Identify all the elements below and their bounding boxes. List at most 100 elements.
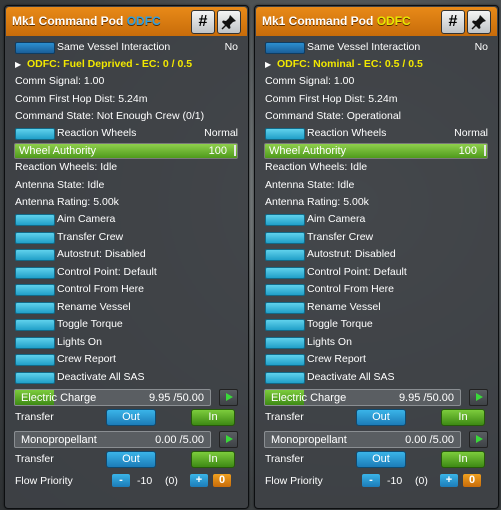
same-vessel-toggle[interactable] [15,42,55,54]
hash-icon[interactable]: # [191,10,215,34]
title-bar[interactable]: Mk1 Command Pod ODFC # [256,7,497,36]
transfer-in-button[interactable]: In [441,450,485,468]
action-label: Lights On [57,335,102,348]
transfer-in-button[interactable]: In [191,408,235,426]
action-button[interactable] [15,214,55,226]
action-button[interactable] [15,249,55,262]
play-icon[interactable] [219,430,238,448]
action-button[interactable] [265,266,305,279]
electric-charge-label: Electric Charge [271,391,347,404]
reaction-wheels-button[interactable] [15,128,55,140]
comm-hop-dist: Comm First Hop Dist: 5.24m [15,92,148,105]
action-button[interactable] [15,319,55,332]
monopropellant-value: 0.00 /5.00 [155,433,204,446]
action-button[interactable] [15,336,55,349]
row: Same Vessel Interaction No [5,39,248,56]
flow-priority-label: Flow Priority [265,474,323,487]
flow-increase-button[interactable]: + [440,473,458,487]
action-button[interactable] [15,354,55,367]
wheel-authority-slider[interactable]: Wheel Authority 100 [264,143,488,160]
row: Electric Charge 9.95 /50.00 [5,388,248,406]
transfer-out-button[interactable]: Out [106,408,156,426]
transfer-label: Transfer [15,410,54,423]
row: Transfer Crew [5,229,248,246]
action-button[interactable] [265,354,305,367]
row: Autostrut: Disabled [255,246,498,263]
wheel-authority-value: 100 [208,145,227,158]
row: Flow Priority - -10 (0) +0 [5,473,248,490]
action-button[interactable] [265,214,305,226]
flow-reset-button[interactable]: 0 [213,473,231,487]
action-button[interactable] [265,231,305,244]
row: Transfer Out In [5,408,248,426]
same-vessel-label: Same Vessel Interaction [307,41,421,53]
transfer-out-button[interactable]: Out [106,450,156,468]
row: Control Point: Default [5,264,248,281]
row: Wheel Authority 100 [5,142,248,160]
reaction-wheels-status: Reaction Wheels: Idle [15,161,118,174]
flow-priority-offset: (0) [165,474,178,487]
flow-decrease-button[interactable]: - [362,473,380,487]
reaction-wheels-button[interactable] [265,128,305,140]
monopropellant-label: Monopropellant [271,433,347,446]
same-vessel-toggle[interactable] [265,42,305,54]
row: Aim Camera [255,211,498,228]
action-button[interactable] [265,371,305,384]
action-button[interactable] [265,336,305,349]
action-button[interactable] [265,301,305,314]
action-button[interactable] [15,231,55,244]
antenna-state: Antenna State: Idle [15,178,105,191]
flow-decrease-button[interactable]: - [112,473,130,487]
action-button[interactable] [265,284,305,297]
triangle-right-icon[interactable]: ▶ [265,56,271,73]
odfc-status: ODFC: Nominal - EC: 0.5 / 0.5 [277,58,423,71]
action-button[interactable] [15,266,55,279]
action-label: Autostrut: Disabled [57,248,146,261]
action-button[interactable] [265,249,305,262]
pin-icon[interactable] [217,10,241,34]
flow-reset-button[interactable]: 0 [463,473,481,487]
action-label: Rename Vessel [307,300,381,313]
pin-icon[interactable] [467,10,491,34]
row: ▶ ODFC: Nominal - EC: 0.5 / 0.5 [255,56,498,73]
transfer-out-button[interactable]: Out [356,408,406,426]
transfer-out-button[interactable]: Out [356,450,406,468]
row: Comm First Hop Dist: 5.24m [255,91,498,108]
hash-icon[interactable]: # [441,10,465,34]
action-button[interactable] [15,371,55,384]
monopropellant-value: 0.00 /5.00 [405,433,454,446]
row: Lights On [5,334,248,351]
action-button[interactable] [265,319,305,332]
monopropellant-label: Monopropellant [21,433,97,446]
play-icon[interactable] [219,388,238,406]
transfer-in-button[interactable]: In [441,408,485,426]
same-vessel-value: No [224,41,238,53]
transfer-in-button[interactable]: In [191,450,235,468]
flow-priority-offset: (0) [415,474,428,487]
flow-increase-button[interactable]: + [190,473,208,487]
flow-priority-value: -10 [387,474,403,487]
comm-hop-dist: Comm First Hop Dist: 5.24m [265,92,398,105]
electric-charge-value: 9.95 /50.00 [398,391,454,404]
window-title: Mk1 Command Pod ODFC [262,14,411,28]
triangle-right-icon[interactable]: ▶ [15,56,21,73]
electric-charge-label: Electric Charge [21,391,97,404]
same-vessel-label: Same Vessel Interaction [57,41,171,53]
row: Monopropellant 0.00 /5.00 [255,430,498,448]
slider-handle[interactable] [234,145,236,157]
play-icon[interactable] [469,430,488,448]
wheel-authority-slider[interactable]: Wheel Authority 100 [14,143,238,160]
comm-signal: Comm Signal: 1.00 [265,75,355,88]
electric-charge-value: 9.95 /50.00 [148,391,204,404]
title-bar[interactable]: Mk1 Command Pod ODFC # [6,7,247,36]
action-button[interactable] [15,301,55,314]
row: Reaction Wheels: Idle [5,159,248,176]
play-icon[interactable] [469,388,488,406]
reaction-wheels-label: Reaction Wheels [307,127,387,139]
action-button[interactable] [15,284,55,297]
action-label: Transfer Crew [307,230,374,243]
slider-handle[interactable] [484,145,486,157]
action-label: Transfer Crew [57,230,124,243]
transfer-label: Transfer [265,410,304,423]
row: Comm Signal: 1.00 [5,73,248,90]
